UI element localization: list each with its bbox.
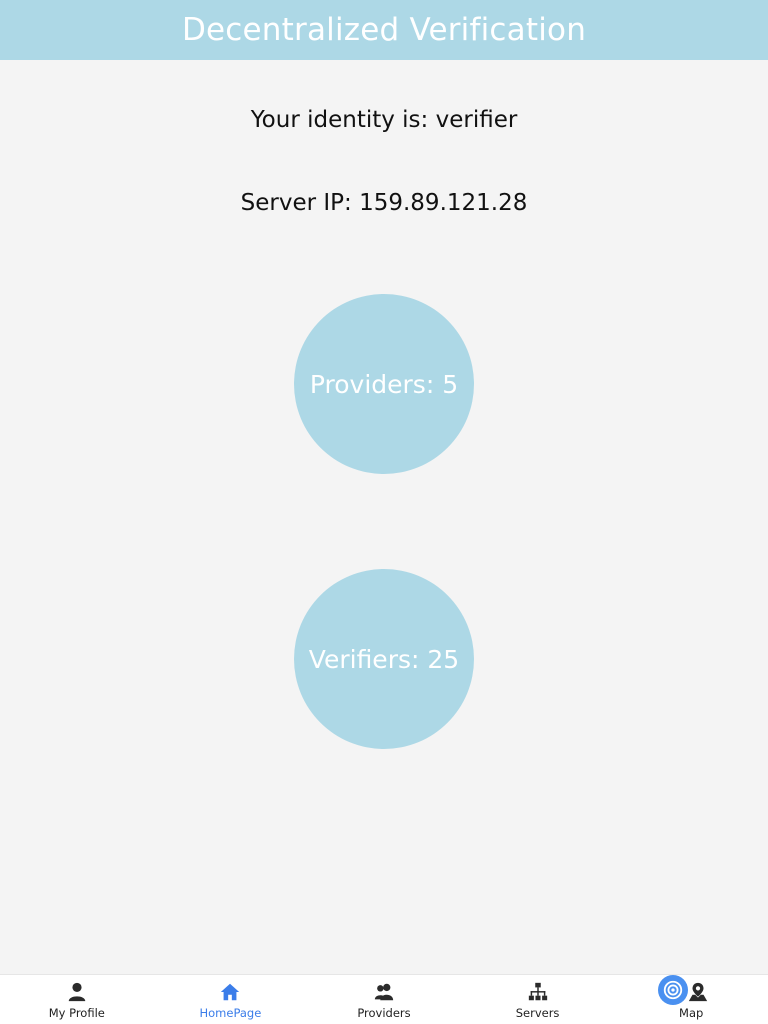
tab-label-my-profile: My Profile	[48, 1006, 105, 1020]
tab-servers[interactable]: Servers	[461, 975, 615, 1024]
tab-label-homepage: HomePage	[199, 1006, 262, 1020]
tab-providers[interactable]: Providers	[307, 975, 461, 1024]
tab-label-map: Map	[679, 1006, 704, 1020]
identity-text: Your identity is: verifier	[250, 107, 518, 133]
app-title: Decentralized Verification	[181, 12, 587, 48]
tab-homepage[interactable]: HomePage	[154, 975, 308, 1024]
target-icon	[663, 980, 683, 1000]
server-ip-text: Server IP: 159.89.121.28	[240, 190, 528, 216]
tab-my-profile[interactable]: My Profile	[0, 975, 154, 1024]
app-root: Decentralized Verification Your identity…	[0, 0, 768, 1024]
app-header: Decentralized Verification	[0, 0, 768, 60]
network-icon	[528, 982, 547, 1001]
location-badge[interactable]	[658, 975, 688, 1005]
tab-label-providers: Providers	[357, 1006, 411, 1020]
providers-count-circle[interactable]: Providers: 5	[294, 294, 474, 474]
verifiers-count-circle[interactable]: Verifiers: 25	[294, 569, 474, 749]
map-pin-icon	[689, 982, 708, 1002]
bottom-tab-bar: My Profile HomePage Providers Servers Ma…	[0, 974, 768, 1024]
providers-count-label: Providers: 5	[309, 369, 459, 399]
home-icon	[221, 983, 240, 1001]
people-icon	[374, 983, 394, 1001]
person-icon	[68, 982, 86, 1002]
tab-map[interactable]: Map	[614, 975, 768, 1024]
verifiers-count-label: Verifiers: 25	[308, 644, 460, 674]
tab-label-servers: Servers	[515, 1006, 560, 1020]
